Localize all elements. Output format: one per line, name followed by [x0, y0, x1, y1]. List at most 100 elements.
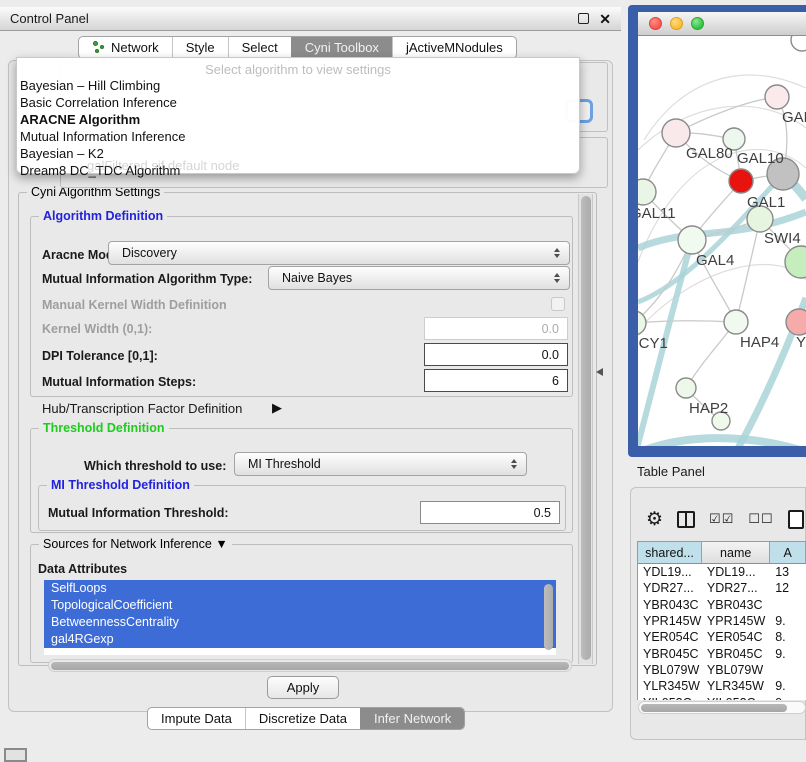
table-cell[interactable]: YLR345W — [638, 678, 702, 694]
network-node-gal4[interactable] — [678, 226, 706, 254]
network-node-gal80[interactable] — [662, 119, 690, 147]
table-cell[interactable]: 9. — [770, 613, 806, 629]
algorithm-option[interactable]: Bayesian – Hill Climbing — [17, 77, 579, 94]
bottom-tab-discretize-data[interactable]: Discretize Data — [245, 708, 360, 729]
tab-cyni-toolbox[interactable]: Cyni Toolbox — [291, 37, 392, 58]
algorithm-option[interactable]: Basic Correlation Inference — [17, 94, 579, 111]
table-cell[interactable]: 9 — [770, 694, 806, 700]
algorithm-option[interactable]: Mutual Information Inference — [17, 128, 579, 145]
attribute-item[interactable]: gal4RGexp — [44, 631, 556, 648]
table-row[interactable]: YDR27...YDR27...12 — [638, 580, 806, 596]
table-cell[interactable]: YBL079W — [702, 662, 770, 678]
network-node-gcy1[interactable] — [638, 311, 646, 335]
table-row[interactable]: YBL079WYBL079W — [638, 662, 806, 678]
attribute-list-scrollbar-thumb[interactable] — [544, 584, 553, 650]
sources-hscrollbar-thumb[interactable] — [51, 662, 569, 670]
sources-collapse-arrow-icon[interactable]: ▼ — [215, 537, 227, 551]
aracne-mode-combobox[interactable]: Discovery — [108, 241, 570, 265]
table-cell[interactable]: YLR345W — [702, 678, 770, 694]
table-cell[interactable]: 9. — [770, 645, 806, 661]
network-canvas[interactable]: GALGAL80GAL10GAL1GAL11SWI4GAL4GCY1HAP4YH… — [638, 36, 806, 446]
sources-hscrollbar[interactable] — [48, 659, 572, 672]
network-node[interactable] — [785, 246, 806, 278]
dpi-tolerance-field[interactable]: 0.0 — [424, 343, 568, 366]
algorithm-option[interactable]: ARACNE Algorithm — [17, 111, 579, 128]
table-cell[interactable]: 8. — [770, 629, 806, 645]
network-node-hap4[interactable] — [724, 310, 748, 334]
apply-button[interactable]: Apply — [267, 676, 339, 699]
table-cell[interactable]: YDR27... — [702, 580, 770, 596]
table-row[interactable]: YIL052CYIL052C9 — [638, 694, 806, 700]
table-cell[interactable]: 9. — [770, 678, 806, 694]
table-cell[interactable]: YER054C — [638, 629, 702, 645]
table-cell[interactable]: YBR043C — [702, 597, 770, 613]
table-cell[interactable]: YBL079W — [638, 662, 702, 678]
settings-scrollbar-track[interactable] — [578, 194, 593, 664]
zoom-traffic-light-icon[interactable] — [691, 17, 704, 30]
network-node-hap2[interactable] — [676, 378, 696, 398]
table-cell[interactable]: 12 — [770, 580, 806, 596]
table-row[interactable]: YBR043CYBR043C — [638, 597, 806, 613]
tab-network[interactable]: Network — [79, 37, 172, 58]
table-cell[interactable]: YBR045C — [702, 645, 770, 661]
manual-kernel-checkbox[interactable] — [551, 297, 565, 311]
mi-steps-field[interactable]: 6 — [424, 369, 568, 392]
table-cell[interactable]: YDR27... — [638, 580, 702, 596]
table-hscrollbar-thumb[interactable] — [641, 704, 787, 712]
bottom-tab-infer-network[interactable]: Infer Network — [360, 708, 464, 729]
table-cell[interactable]: YBR043C — [638, 597, 702, 613]
network-node[interactable] — [791, 36, 806, 51]
network-edge[interactable] — [640, 438, 806, 446]
unchecked-boxes-icon[interactable]: ☐☐ — [748, 511, 773, 527]
table-row[interactable]: YBR045CYBR045C9. — [638, 645, 806, 661]
hub-expand-arrow-icon[interactable]: ▶ — [272, 400, 282, 416]
column-header-2[interactable]: A — [770, 542, 806, 563]
attribute-item[interactable]: TopologicalCoefficient — [44, 597, 556, 614]
mi-type-combobox[interactable]: Naive Bayes — [268, 266, 570, 290]
close-icon[interactable]: ✕ — [599, 12, 611, 26]
table-row[interactable]: YLR345WYLR345W9. — [638, 678, 806, 694]
checked-boxes-icon[interactable]: ☑☑ — [709, 511, 734, 527]
tab-jactivemnodules[interactable]: jActiveMNodules — [392, 37, 516, 58]
table-cell[interactable] — [770, 597, 806, 613]
table-cell[interactable]: YPR145W — [638, 613, 702, 629]
document-icon[interactable] — [788, 510, 804, 529]
network-node-gal11[interactable] — [638, 179, 656, 205]
gear-icon[interactable]: ⚙ — [646, 510, 663, 529]
close-traffic-light-icon[interactable] — [649, 17, 662, 30]
dock-window-icon[interactable] — [4, 748, 27, 762]
tab-style[interactable]: Style — [172, 37, 228, 58]
table-cell[interactable]: YER054C — [702, 629, 770, 645]
table-cell[interactable]: YIL052C — [638, 694, 702, 700]
bottom-tab-impute-data[interactable]: Impute Data — [148, 708, 245, 729]
network-node-y[interactable] — [786, 309, 806, 335]
minimize-traffic-light-icon[interactable] — [670, 17, 683, 30]
column-header-1[interactable]: name — [702, 542, 770, 563]
table-hscrollbar[interactable] — [638, 701, 806, 714]
column-browser-icon[interactable] — [677, 511, 695, 528]
table-row[interactable]: YPR145WYPR145W9. — [638, 613, 806, 629]
kernel-width-field[interactable]: 0.0 — [424, 317, 568, 340]
network-node-gal1[interactable] — [729, 169, 753, 193]
which-threshold-combobox[interactable]: MI Threshold — [234, 452, 527, 476]
network-edge[interactable] — [736, 219, 760, 322]
tab-select[interactable]: Select — [228, 37, 291, 58]
network-edge[interactable] — [638, 321, 736, 323]
network-edge[interactable] — [638, 240, 692, 323]
network-node-gal[interactable] — [765, 85, 789, 109]
mi-threshold-field[interactable]: 0.5 — [420, 501, 560, 524]
table-cell[interactable]: YDL19... — [702, 564, 770, 580]
table-cell[interactable]: 13 — [770, 564, 806, 580]
table-cell[interactable]: YDL19... — [638, 564, 702, 580]
table-cell[interactable]: YIL052C — [702, 694, 770, 700]
table-cell[interactable] — [770, 662, 806, 678]
table-row[interactable]: YDL19...YDL19...13 — [638, 564, 806, 580]
float-window-icon[interactable] — [578, 13, 589, 24]
attribute-item[interactable]: BetweennessCentrality — [44, 614, 556, 631]
table-cell[interactable]: YBR045C — [638, 645, 702, 661]
column-header-0[interactable]: shared... — [638, 542, 702, 563]
table-cell[interactable]: YPR145W — [702, 613, 770, 629]
settings-scrollbar-thumb[interactable] — [581, 196, 591, 660]
table-row[interactable]: YER054CYER054C8. — [638, 629, 806, 645]
attribute-item[interactable]: SelfLoops — [44, 580, 556, 597]
